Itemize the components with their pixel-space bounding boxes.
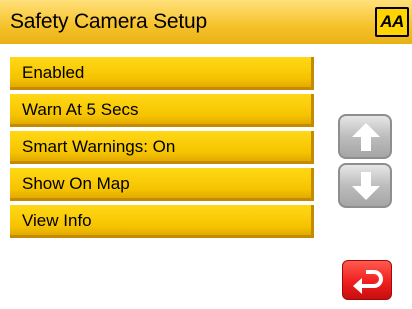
aa-logo-icon: AA — [375, 7, 409, 37]
menu-item-label: Enabled — [22, 63, 85, 82]
return-arrow-icon — [353, 270, 383, 294]
arrow-down-icon — [352, 172, 380, 200]
menu-item-warn-at[interactable]: Warn At 5 Secs — [10, 94, 314, 127]
scroll-up-button[interactable] — [338, 114, 392, 159]
menu-item-enabled[interactable]: Enabled — [10, 57, 314, 90]
menu-item-show-on-map[interactable]: Show On Map — [10, 168, 314, 201]
back-button[interactable] — [342, 260, 392, 300]
menu-item-label: Show On Map — [22, 174, 130, 193]
menu-item-smart-warnings[interactable]: Smart Warnings: On — [10, 131, 314, 164]
menu-item-label: Warn At 5 Secs — [22, 100, 139, 119]
arrow-up-icon — [352, 123, 380, 151]
logo-text: AA — [377, 9, 407, 35]
title-bar: Safety Camera Setup AA — [0, 0, 412, 44]
menu-item-view-info[interactable]: View Info — [10, 205, 314, 238]
menu-item-label: Smart Warnings: On — [22, 137, 176, 156]
scroll-down-button[interactable] — [338, 163, 392, 208]
page-title: Safety Camera Setup — [10, 10, 207, 33]
menu-item-label: View Info — [22, 211, 92, 230]
